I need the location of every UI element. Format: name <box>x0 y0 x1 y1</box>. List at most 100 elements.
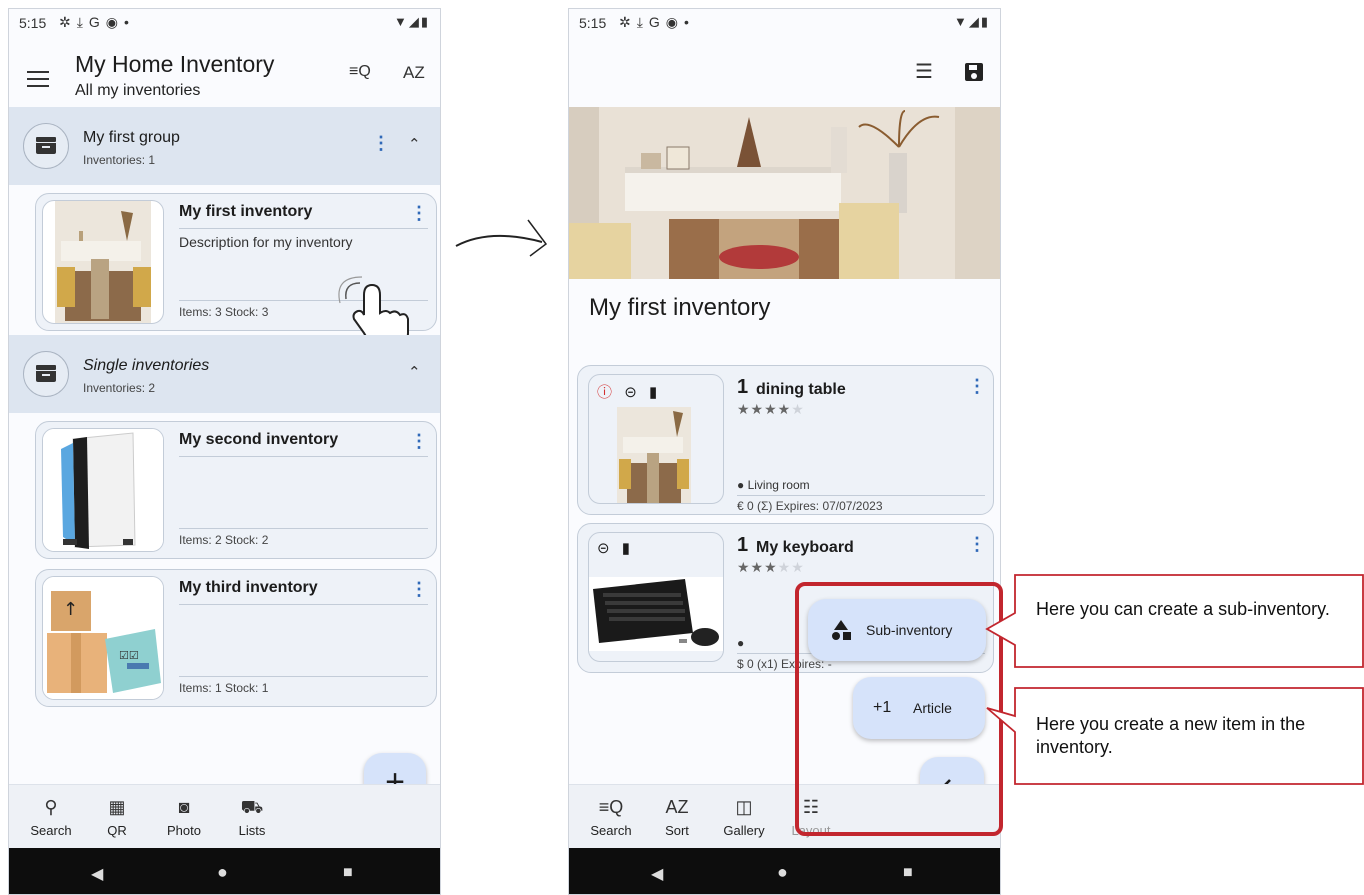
inventory-card-second[interactable]: My second inventory ⋮ Items: 2 Stock: 2 <box>35 421 437 559</box>
system-navigation-bar: ◀ ● ■ <box>569 848 1000 894</box>
status-bar: 5:15 ✲⤓G◉• ▼◢▮ <box>569 9 1000 37</box>
item-quantity: 1 <box>737 376 749 398</box>
sort-az-icon: AZ <box>665 797 689 817</box>
inventory-card-third[interactable]: ↑ ☑☑ My third inventory ⋮ Items: 1 Stock… <box>35 569 437 707</box>
sort-lines-icon[interactable]: ☰ <box>915 59 933 84</box>
inventory-thumbnail-dining-room <box>42 200 164 324</box>
home-circle-icon[interactable]: ● <box>217 862 228 883</box>
item-price-expiry: € 0 (Σ) Expires: 07/07/2023 <box>737 499 883 513</box>
svg-text:↑: ↑ <box>63 599 78 620</box>
nav-search[interactable]: ⚲ Search <box>21 797 81 838</box>
left-phone-screen: 5:15 ✲⤓G◉• ▼◢▮ My Home Inventory All my … <box>8 8 441 895</box>
collapse-chevron-icon[interactable]: ⌃ <box>408 363 421 381</box>
rating-stars: ★★★★★ <box>737 559 805 575</box>
nav-qr[interactable]: ▦ QR <box>87 797 147 838</box>
location-pin-icon: ● <box>737 478 745 492</box>
item-thumbnail: ⊝ ▮ <box>588 532 724 662</box>
group-more-icon[interactable]: ⋮ <box>372 133 390 154</box>
nav-sort[interactable]: AZ Sort <box>647 797 707 838</box>
group-title: My first group <box>83 129 180 146</box>
inventory-name: My third inventory <box>179 579 318 596</box>
nav-label: Sort <box>665 823 689 838</box>
status-bar: 5:15 ✲⤓G◉• ▼◢▮ <box>9 9 440 37</box>
archive-box-icon <box>23 123 69 169</box>
link-icon: ⊝ <box>624 384 637 401</box>
inventory-name: My second inventory <box>179 431 339 448</box>
item-more-icon[interactable]: ⋮ <box>968 534 986 555</box>
search-icon: ⚲ <box>44 797 58 817</box>
filter-search-icon: ≡Q <box>598 797 624 817</box>
tap-hand-icon <box>338 276 409 345</box>
status-time: 5:15 <box>19 15 47 31</box>
rating-stars: ★★★★★ <box>737 401 805 417</box>
bottom-navigation: ⚲ Search ▦ QR ◙ Photo ⛟ Lists <box>9 784 440 849</box>
inventory-more-icon[interactable]: ⋮ <box>410 431 428 452</box>
group-title: Single inventories <box>83 357 210 374</box>
filter-search-icon[interactable]: ≡Q <box>349 63 371 81</box>
archive-box-icon <box>23 351 69 397</box>
nav-label: Lists <box>238 823 266 838</box>
item-name: dining table <box>756 381 846 398</box>
inventory-stats: Items: 1 Stock: 1 <box>179 681 269 695</box>
collapse-chevron-icon[interactable]: ⌃ <box>408 135 421 153</box>
save-icon[interactable] <box>965 63 983 81</box>
item-more-icon[interactable]: ⋮ <box>968 376 986 397</box>
item-name: My keyboard <box>756 539 854 556</box>
transition-arrow-icon <box>455 219 548 257</box>
app-subtitle: All my inventories <box>75 82 201 99</box>
item-thumbnail: ⓘ ⊝ ▮ <box>588 374 724 504</box>
callout-sub-inventory-text: Here you can create a sub-inventory. <box>1036 599 1330 619</box>
location-pin-icon: ● <box>737 636 745 650</box>
app-bar: ☰ <box>569 37 1000 107</box>
qr-icon: ▦ <box>108 797 126 817</box>
sort-az-icon[interactable]: AZ <box>403 63 425 83</box>
gallery-icon: ◫ <box>735 797 753 817</box>
status-signal-battery-icon: ▼◢▮ <box>393 14 430 29</box>
item-quantity: 1 <box>737 534 749 556</box>
app-title: My Home Inventory <box>75 51 275 77</box>
inventory-description: Description for my inventory <box>179 234 353 250</box>
inventory-more-icon[interactable]: ⋮ <box>410 203 428 224</box>
svg-text:☑☑: ☑☑ <box>119 649 139 662</box>
inventory-more-icon[interactable]: ⋮ <box>410 579 428 600</box>
group-count: Inventories: 1 <box>83 153 156 167</box>
inventory-hero-image <box>569 107 1000 279</box>
nav-label: QR <box>107 823 127 838</box>
inventory-title: My first inventory <box>589 294 771 321</box>
group-header-my-first-group[interactable]: My first group Inventories: 1 ⋮ ⌃ <box>9 107 440 185</box>
group-count: Inventories: 2 <box>83 381 156 395</box>
recents-square-icon[interactable]: ■ <box>903 864 913 882</box>
inventory-stats: Items: 3 Stock: 3 <box>179 305 269 319</box>
menu-icon[interactable] <box>27 71 49 87</box>
inventory-thumbnail-pc-case <box>42 428 164 552</box>
nav-photo[interactable]: ◙ Photo <box>154 797 214 838</box>
camera-icon: ◙ <box>178 797 190 817</box>
item-location: ● <box>737 636 744 650</box>
inventory-stats: Items: 2 Stock: 2 <box>179 533 269 547</box>
nav-search[interactable]: ≡Q Search <box>581 797 641 838</box>
bookmark-icon: ▮ <box>648 384 658 401</box>
nav-lists[interactable]: ⛟ Lists <box>222 797 282 838</box>
back-triangle-icon[interactable]: ◀ <box>651 864 663 884</box>
nav-label: Search <box>590 823 632 838</box>
fab-menu-highlight-box <box>795 582 1003 836</box>
dining-table-photo <box>617 407 691 503</box>
link-icon: ⊝ <box>597 540 610 557</box>
bookmark-icon: ▮ <box>621 540 631 557</box>
recents-square-icon[interactable]: ■ <box>343 864 353 882</box>
status-signal-battery-icon: ▼◢▮ <box>953 14 990 29</box>
inventory-card-first[interactable]: My first inventory ⋮ Description for my … <box>35 193 437 345</box>
nav-gallery[interactable]: ◫ Gallery <box>714 797 774 838</box>
inventory-name: My first inventory <box>179 203 313 220</box>
group-header-single-inventories[interactable]: Single inventories Inventories: 2 ⌃ <box>9 335 440 413</box>
cart-icon: ⛟ <box>240 797 264 817</box>
alert-icon: ⓘ <box>597 384 613 401</box>
item-location: ● Living room <box>737 478 810 492</box>
home-circle-icon[interactable]: ● <box>777 862 788 883</box>
back-triangle-icon[interactable]: ◀ <box>91 864 103 884</box>
nav-label: Search <box>30 823 72 838</box>
status-notification-icons: ✲⤓G◉• <box>619 14 695 30</box>
system-navigation-bar: ◀ ● ■ <box>9 848 440 894</box>
nav-label: Gallery <box>723 823 765 838</box>
item-card-dining-table[interactable]: ⓘ ⊝ ▮ 1 dining table ★★★★★ ⋮ ● Living ro… <box>577 365 994 515</box>
